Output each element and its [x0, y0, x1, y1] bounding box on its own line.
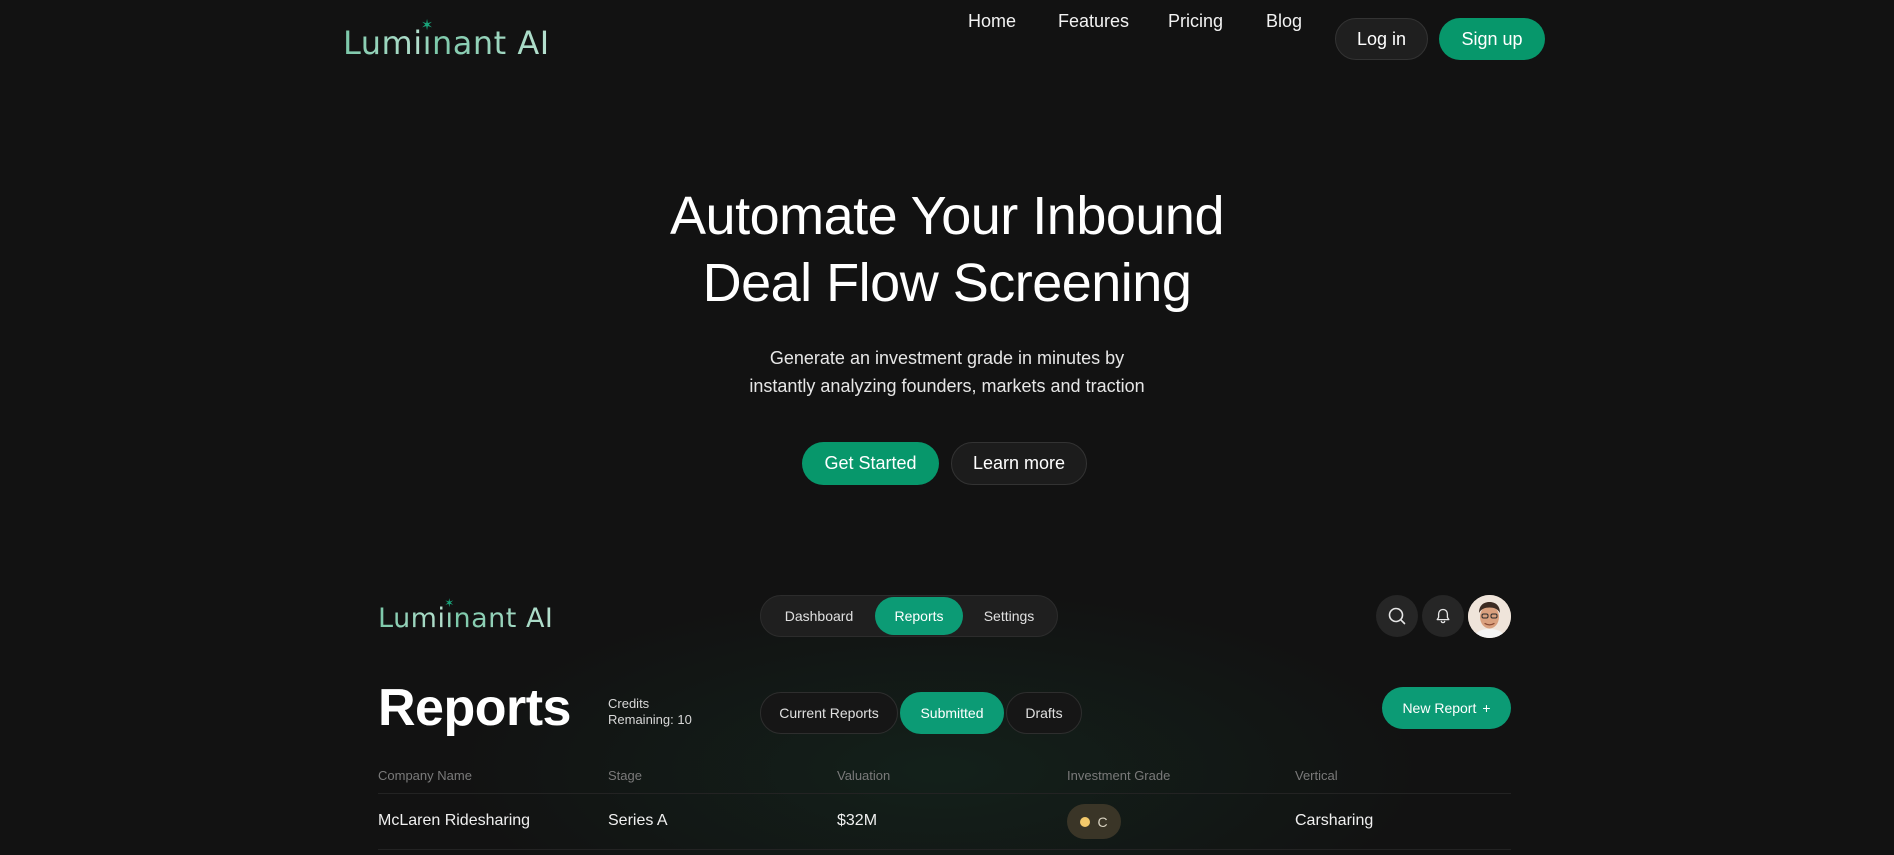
new-report-label: New Report	[1402, 700, 1477, 716]
tab-settings[interactable]: Settings	[963, 597, 1055, 635]
hero-subtitle: Generate an investment grade in minutes …	[647, 344, 1247, 400]
column-header-valuation[interactable]: Valuation	[837, 768, 890, 783]
credits-value: Remaining: 10	[608, 712, 692, 727]
new-report-button[interactable]: New Report +	[1382, 687, 1511, 729]
cell-company: McLaren Ridesharing	[378, 812, 531, 829]
credits-remaining: Credits Remaining: 10	[608, 696, 692, 728]
subtab-drafts[interactable]: Drafts	[1006, 692, 1082, 734]
nav-link-pricing[interactable]: Pricing	[1168, 0, 1223, 42]
app-preview: Lumi ı ✶ nant AI Dashboard Reports Settings…	[0, 570, 1894, 855]
hero-subtitle-line2: instantly analyzing founders, markets an…	[749, 376, 1145, 396]
app-brand-logo[interactable]: Lumi ı ✶ nant AI	[378, 596, 554, 634]
app-main-tabs: Dashboard Reports Settings	[760, 595, 1058, 637]
bell-icon	[1436, 608, 1450, 624]
app-logo-text-part2: nant AI	[453, 603, 554, 634]
plus-icon: +	[1482, 700, 1491, 716]
grade-badge: C	[1067, 804, 1121, 839]
notifications-button[interactable]	[1422, 595, 1464, 637]
subtab-submitted[interactable]: Submitted	[900, 692, 1004, 734]
spark-icon: ✶	[420, 16, 434, 34]
grade-dot-icon	[1080, 816, 1091, 827]
report-filter-tabs: Current Reports Submitted Drafts	[760, 692, 1082, 734]
hero-title-line1: Automate Your Inbound	[670, 186, 1224, 246]
brand-logo-text-part2: nant AI	[432, 24, 550, 62]
search-icon	[1388, 607, 1406, 625]
top-navbar: Lumi ı ✶ nant AI Home Features Pricing Blog…	[0, 0, 1894, 78]
get-started-button[interactable]: Get Started	[802, 442, 939, 485]
app-logo-text-part1: Lumi	[378, 603, 446, 634]
learn-more-button[interactable]: Learn more	[951, 442, 1087, 485]
cell-valuation: $32M	[837, 812, 878, 829]
spark-icon: ✶	[444, 596, 455, 610]
subtab-current-reports[interactable]: Current Reports	[760, 692, 898, 734]
brand-logo-i: ı ✶	[420, 16, 434, 62]
column-header-vertical[interactable]: Vertical	[1295, 768, 1338, 783]
nav-link-blog[interactable]: Blog	[1266, 0, 1302, 42]
search-button[interactable]	[1376, 595, 1418, 637]
nav-link-features[interactable]: Features	[1058, 0, 1129, 42]
cell-vertical: Carsharing	[1295, 812, 1374, 829]
login-button[interactable]: Log in	[1335, 18, 1428, 60]
avatar-image	[1468, 595, 1511, 638]
credits-label: Credits	[608, 696, 650, 711]
column-header-company[interactable]: Company Name	[378, 768, 472, 783]
user-avatar[interactable]	[1468, 595, 1511, 638]
hero-title-line2: Deal Flow Screening	[702, 253, 1192, 313]
tab-dashboard[interactable]: Dashboard	[763, 597, 875, 635]
table-row[interactable]: McLaren Ridesharing Series A $32M C Cars…	[378, 794, 1511, 850]
reports-table: Company Name Stage Valuation Investment …	[378, 760, 1511, 850]
cell-stage: Series A	[608, 812, 668, 829]
signup-button[interactable]: Sign up	[1439, 18, 1545, 60]
table-header: Company Name Stage Valuation Investment …	[378, 760, 1511, 794]
nav-link-home[interactable]: Home	[968, 0, 1016, 42]
app-logo-i: ı ✶	[444, 596, 455, 634]
column-header-stage[interactable]: Stage	[608, 768, 642, 783]
hero-title: Automate Your Inbound Deal Flow Screenin…	[547, 183, 1347, 317]
column-header-grade[interactable]: Investment Grade	[1067, 768, 1170, 783]
grade-letter: C	[1097, 813, 1108, 830]
hero-subtitle-line1: Generate an investment grade in minutes …	[769, 348, 1125, 368]
page-title: Reports	[378, 679, 571, 737]
tab-reports[interactable]: Reports	[875, 597, 963, 635]
brand-logo-text-part1: Lumi	[343, 24, 423, 62]
brand-logo[interactable]: Lumi ı ✶ nant AI	[343, 16, 550, 62]
